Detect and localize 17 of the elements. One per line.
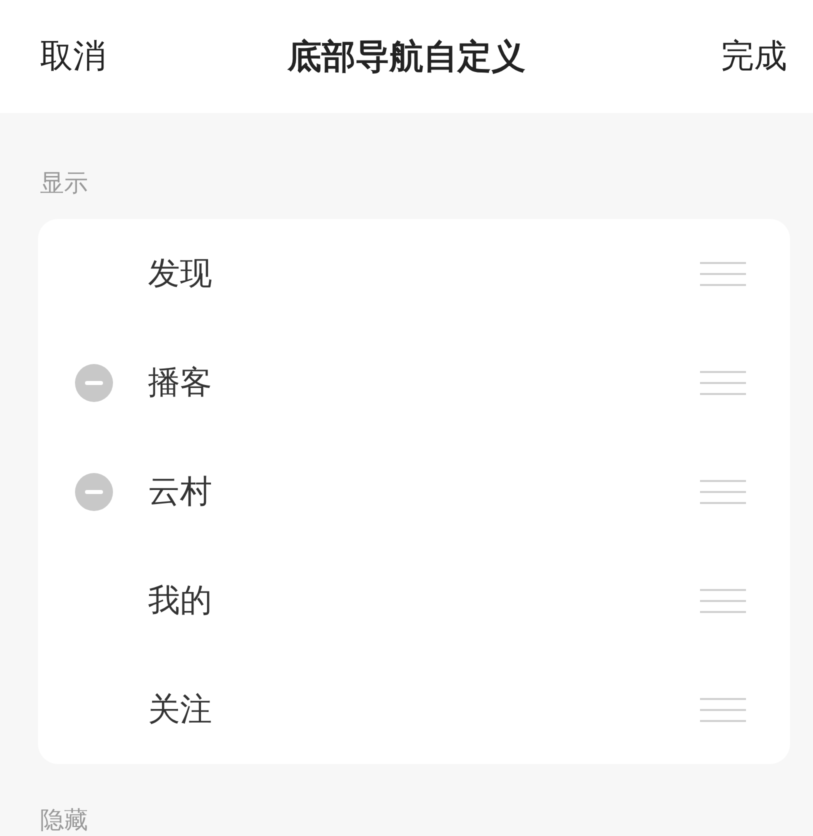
drag-handle-icon[interactable] bbox=[700, 370, 746, 396]
done-button[interactable]: 完成 bbox=[721, 34, 787, 79]
remove-icon[interactable] bbox=[74, 472, 114, 512]
drag-handle-icon[interactable] bbox=[700, 588, 746, 614]
drag-handle-icon[interactable] bbox=[700, 478, 746, 504]
nav-item-label: 我的 bbox=[148, 580, 213, 620]
nav-item-label: 云村 bbox=[148, 470, 213, 512]
section-label: 显示 bbox=[40, 168, 88, 199]
drag-handle-icon[interactable] bbox=[700, 696, 746, 722]
page-title: 底部导航自定义 bbox=[288, 36, 526, 76]
remove-icon[interactable] bbox=[74, 362, 114, 402]
nav-item-label: 关注 bbox=[148, 688, 213, 730]
drag-handle-icon[interactable] bbox=[700, 260, 746, 286]
cancel-button[interactable]: 取消 bbox=[40, 34, 106, 79]
nav-item-label: 播客 bbox=[148, 362, 213, 402]
section-label: 隐藏 bbox=[40, 805, 88, 836]
nav-item-label: 发现 bbox=[148, 252, 213, 294]
